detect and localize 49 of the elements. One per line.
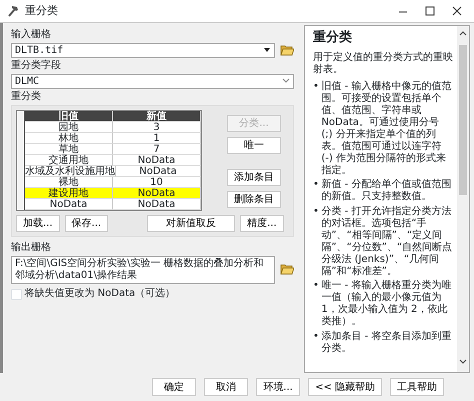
reclass-button[interactable]: 添加条目 xyxy=(227,169,281,186)
field-label: 重分类 xyxy=(11,91,42,103)
reclass-button[interactable]: 对新值取反 xyxy=(147,215,236,232)
reclass-button[interactable]: 加载... xyxy=(16,215,60,232)
row-header[interactable] xyxy=(17,199,25,210)
output-raster-field[interactable]: F:\空间\GIS空间分析实验\实验一 栅格数据的叠加分析和邻域分析\data01\操作结果 xyxy=(11,256,275,284)
help-item: 唯一 - 将输入栅格重分类为唯一值（输入的最小像元值为 1，次最小输入值为 2，依此类推）。 xyxy=(321,280,452,328)
table-row[interactable]: NoData NoData xyxy=(17,199,201,210)
help-item: 旧值 - 输入栅格中像元的值范围。可接受的设置包括单个值、值范围、字符串或 NoData。可通过使用分号 (;) 分开来指定单个值的列表。值范围可通过以连字符 (-) 作为范围分隔符的形式来指定。 xyxy=(321,80,452,177)
scrollbar-thumb[interactable] xyxy=(459,45,467,195)
dialog-button[interactable]: 工具帮助 xyxy=(390,378,444,396)
maximize-icon[interactable] xyxy=(424,4,436,18)
field-label: 重分类字段 xyxy=(11,60,62,72)
reclass-field-dropdown[interactable]: DLMC xyxy=(11,74,294,89)
table-row[interactable]: 交通用地 NoData xyxy=(17,155,201,166)
table-row[interactable]: 建设用地 NoData xyxy=(17,188,201,199)
help-title: 重分类 xyxy=(313,30,353,46)
dialog-button[interactable]: 环境... xyxy=(256,378,300,396)
bullet: • xyxy=(313,179,319,192)
dialog-button[interactable]: << 隐藏帮助 xyxy=(308,378,382,396)
reclass-button[interactable]: 精度... xyxy=(240,215,284,232)
checkbox[interactable] xyxy=(11,288,22,300)
column-header: 新值 xyxy=(113,111,201,122)
input-raster-dropdown[interactable]: DLTB.tif xyxy=(11,43,275,58)
help-item: 新值 - 分配给单个值或值范围的新值。只支持整数值。 xyxy=(321,179,452,204)
reclass-button[interactable]: 唯一 xyxy=(227,137,281,154)
folder-icon[interactable] xyxy=(280,43,294,58)
table-row[interactable]: 草地 7 xyxy=(17,144,201,155)
window-title: 重分类 xyxy=(25,2,58,19)
help-item: 分类 - 打开允许指定分类方法的对话框。选项包括“手动”、“相等间隔”、“定义间隔”、“分位数”、“自然间断点分级法 (Jenks)”、“几何间隔”和“标准差”。 xyxy=(321,206,453,278)
field-label: 输出栅格 xyxy=(11,242,52,254)
bullet: • xyxy=(313,80,319,94)
table-row[interactable]: 园地 3 xyxy=(17,122,201,133)
help-item: 添加条目 - 将空条目添加到重分类。 xyxy=(321,330,452,355)
help-text: 用于定义值的重分类方式的重映射表。 xyxy=(313,52,453,76)
dialog-button[interactable]: 确定 xyxy=(152,378,196,396)
reclass-button[interactable]: 删除条目 xyxy=(227,191,281,208)
table-row[interactable]: 林地 1 xyxy=(17,133,201,144)
table-row[interactable]: 水域及水利设施用地 NoData xyxy=(17,166,201,177)
bullet: • xyxy=(313,280,319,294)
field-label: 输入栅格 xyxy=(11,29,52,41)
folder-icon[interactable] xyxy=(280,262,294,277)
hammer-icon xyxy=(6,4,20,18)
reclass-button[interactable]: 保存... xyxy=(64,215,108,232)
dialog-button[interactable]: 取消 xyxy=(204,378,248,396)
bullet: • xyxy=(313,330,319,344)
checkbox-label: 将缺失值更改为 NoData（可选） xyxy=(24,288,176,300)
column-header: 旧值 xyxy=(25,111,113,122)
bullet: • xyxy=(313,206,319,219)
